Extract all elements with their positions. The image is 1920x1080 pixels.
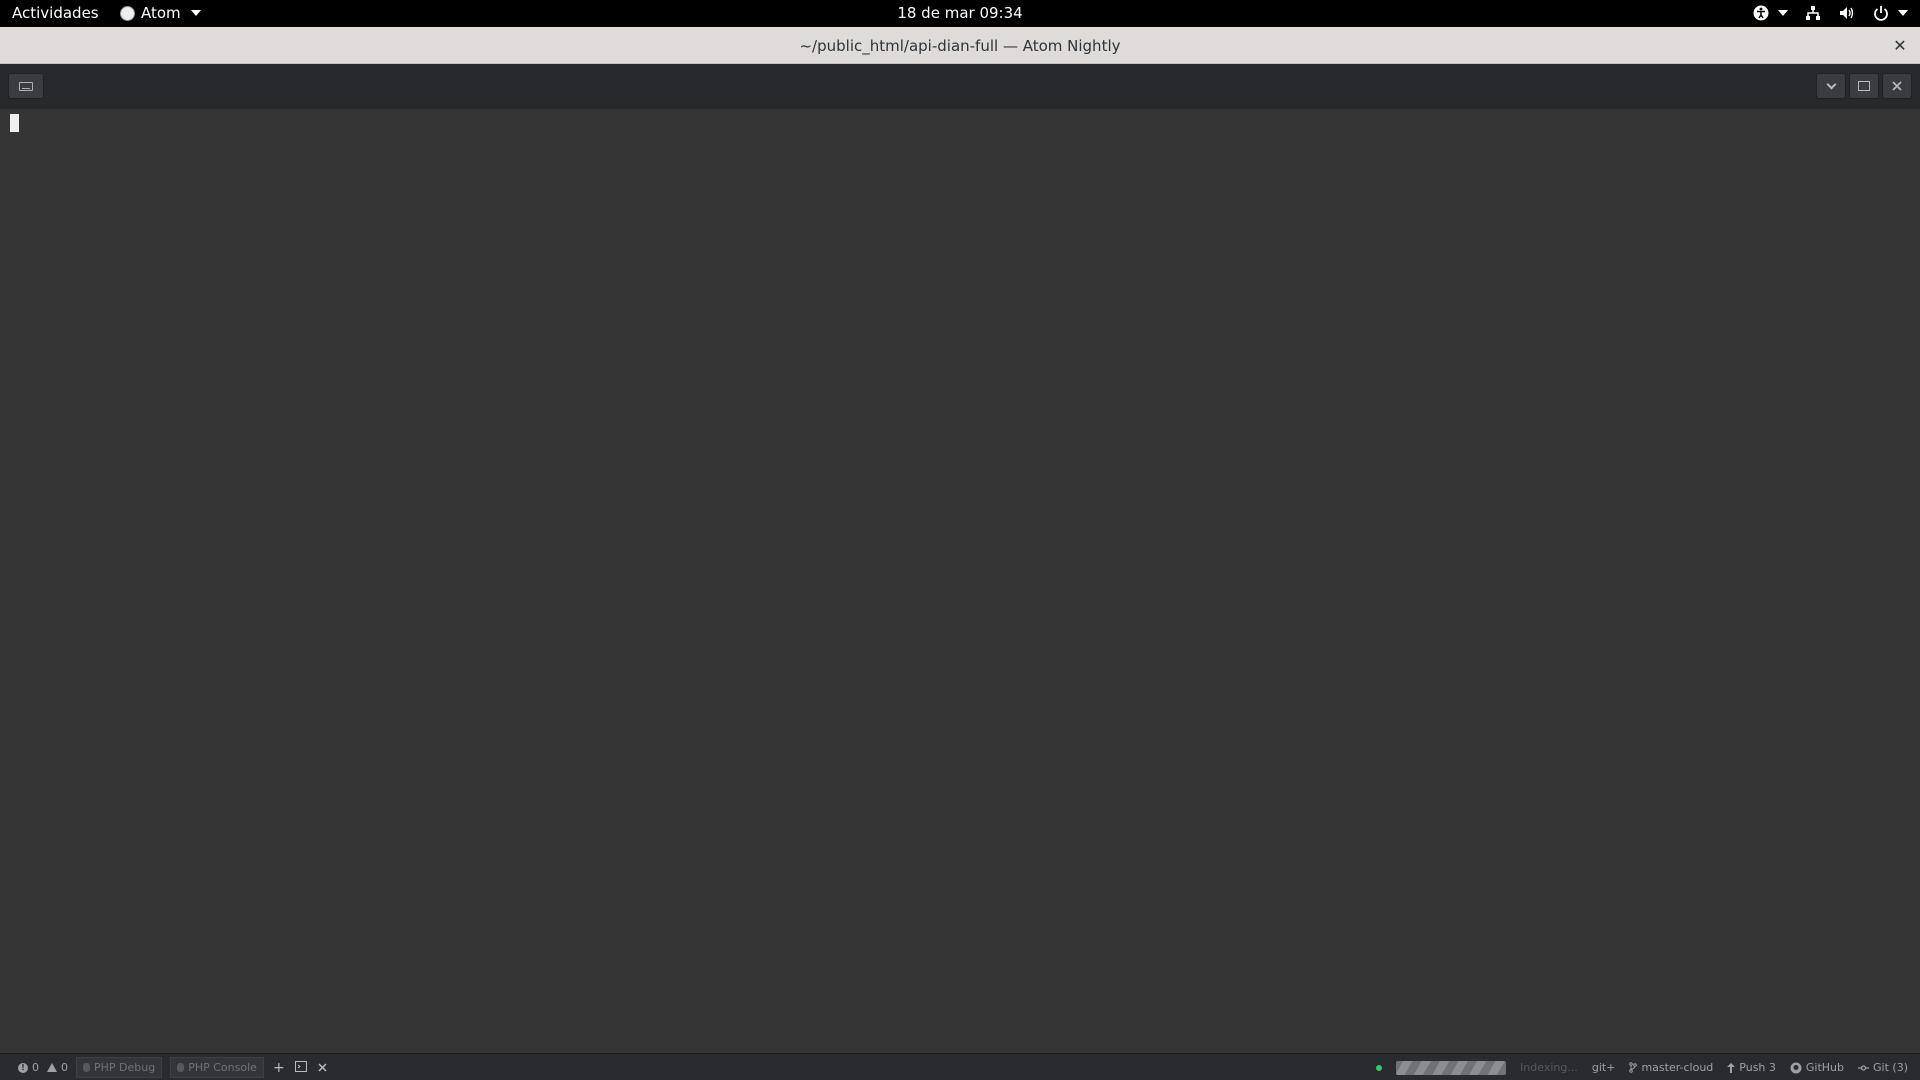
- network-icon[interactable]: [1804, 4, 1822, 22]
- bug-icon: [177, 1063, 185, 1072]
- terminal-header: [0, 64, 1920, 109]
- app-menu[interactable]: Atom: [120, 4, 201, 22]
- keyboard-icon: [19, 81, 33, 91]
- php-console-button[interactable]: PHP Console: [170, 1057, 264, 1078]
- branch-label: master-cloud: [1641, 1061, 1714, 1074]
- maximize-icon: [1858, 81, 1870, 91]
- clock[interactable]: 18 de mar 09:34: [0, 4, 1920, 22]
- window-close-button[interactable]: ✕: [1890, 35, 1910, 55]
- status-bar-right: Indexing... git+ master-cloud Push 3 Git…: [1376, 1054, 1908, 1080]
- git-label: Git (3): [1873, 1061, 1908, 1074]
- system-tray: [1752, 4, 1908, 22]
- window-title-bar[interactable]: ~/public_html/api-dian-full — Atom Night…: [0, 27, 1920, 64]
- arrow-up-icon: [1727, 1062, 1736, 1073]
- status-bar-left: ! 0 0 PHP Debug PHP Console +: [18, 1054, 330, 1080]
- git-branch-icon: [1629, 1062, 1638, 1073]
- close-icon[interactable]: [316, 1060, 330, 1076]
- chevron-down-icon: [1826, 79, 1836, 89]
- push-label: Push 3: [1739, 1061, 1776, 1074]
- chevron-down-icon: [190, 10, 201, 16]
- maximize-terminal-button[interactable]: [1849, 73, 1879, 99]
- hide-terminal-button[interactable]: [1816, 73, 1846, 99]
- errors-count-value: 0: [32, 1061, 39, 1074]
- activities-button[interactable]: Actividades: [12, 4, 99, 22]
- status-ok-indicator: [1376, 1064, 1383, 1071]
- terminal-controls: [1816, 73, 1912, 99]
- power-icon: [1872, 4, 1890, 22]
- status-bar: ! 0 0 PHP Debug PHP Console + Indexing..…: [0, 1053, 1920, 1080]
- power-menu[interactable]: [1872, 4, 1908, 22]
- close-terminal-button[interactable]: [1882, 73, 1912, 99]
- github-label: GitHub: [1805, 1061, 1845, 1074]
- plus-icon[interactable]: +: [272, 1060, 286, 1076]
- window-title: ~/public_html/api-dian-full — Atom Night…: [799, 37, 1121, 55]
- terminal-area[interactable]: [0, 109, 1920, 1053]
- app-menu-label: Atom: [141, 4, 181, 22]
- warnings-count-value: 0: [61, 1061, 68, 1074]
- push-button[interactable]: Push 3: [1727, 1061, 1776, 1074]
- php-debug-label: PHP Debug: [94, 1061, 156, 1074]
- chevron-down-icon: [1898, 10, 1908, 16]
- close-icon: [1892, 81, 1902, 91]
- bug-icon: [83, 1063, 90, 1072]
- accessibility-menu[interactable]: [1752, 4, 1788, 22]
- gnome-top-bar: Actividades Atom 18 de mar 09:34: [0, 0, 1920, 27]
- warning-icon: [47, 1063, 57, 1072]
- github-icon: [1790, 1062, 1802, 1073]
- errors-count[interactable]: ! 0: [18, 1061, 39, 1074]
- terminal-cursor: [10, 114, 19, 132]
- volume-icon[interactable]: [1838, 4, 1856, 22]
- php-console-label: PHP Console: [188, 1061, 257, 1074]
- php-debug-button[interactable]: PHP Debug: [76, 1057, 163, 1078]
- branch-button[interactable]: master-cloud: [1629, 1061, 1713, 1074]
- git-button[interactable]: Git (3): [1858, 1061, 1908, 1074]
- indexing-label: Indexing...: [1520, 1061, 1578, 1074]
- terminal-icon[interactable]: [294, 1060, 308, 1076]
- atom-logo-icon: [120, 5, 135, 21]
- error-icon: !: [18, 1062, 28, 1073]
- warnings-count[interactable]: 0: [47, 1061, 68, 1074]
- indexing-progress-bar: [1396, 1060, 1507, 1075]
- keyboard-input-button[interactable]: [8, 73, 44, 99]
- chevron-down-icon: [1778, 10, 1788, 16]
- accessibility-icon: [1752, 4, 1770, 22]
- git-commit-icon: [1858, 1064, 1870, 1071]
- github-button[interactable]: GitHub: [1790, 1061, 1844, 1074]
- git-plus-button[interactable]: git+: [1592, 1061, 1616, 1074]
